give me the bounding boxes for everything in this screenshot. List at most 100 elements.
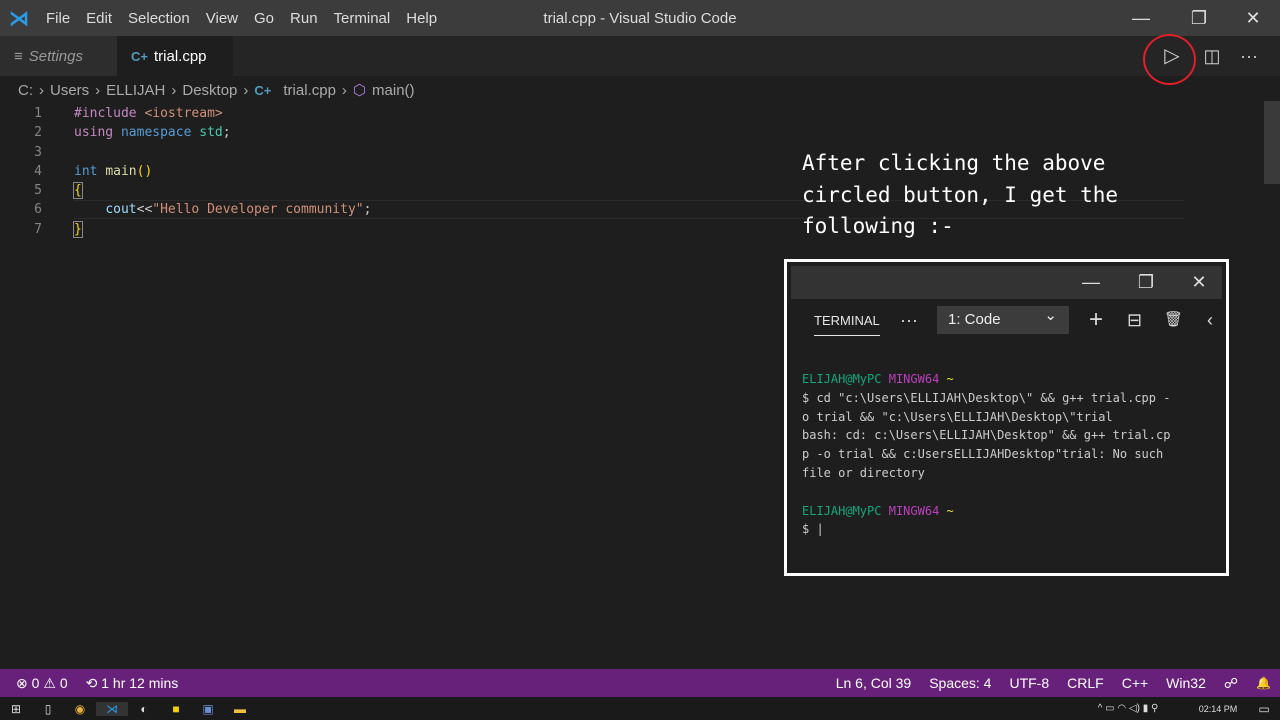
prompt-user: ELIJAH@MyPC — [802, 372, 882, 386]
code-token: { — [73, 182, 83, 200]
menu-edit[interactable]: Edit — [78, 10, 120, 27]
task-view-icon[interactable]: ▯ — [32, 702, 64, 716]
chevron-right-icon: › — [95, 81, 101, 99]
minimize-button[interactable]: — — [1118, 0, 1164, 36]
clock[interactable]: 02:14 PM — [1188, 704, 1248, 714]
tab-settings[interactable]: ≡ Settings — [0, 36, 117, 76]
breadcrumb-item[interactable]: Desktop — [182, 82, 237, 99]
time-tracker-status[interactable]: ⟲ 1 hr 12 mins — [77, 675, 188, 692]
prompt-dir: ~ — [946, 503, 954, 518]
menu-go[interactable]: Go — [246, 10, 282, 27]
cursor-position[interactable]: Ln 6, Col 39 — [827, 675, 921, 691]
terminal-command: $ cd "c:\Users\ELLIJAH\Desktop\" && g++ … — [802, 390, 1171, 424]
encoding[interactable]: UTF-8 — [1000, 675, 1058, 691]
prompt-env: MINGW64 — [888, 503, 940, 518]
code-token: ; — [222, 125, 231, 141]
code-editor[interactable]: 1 #include <iostream> 2 using namespace st… — [0, 104, 371, 239]
collapse-icon[interactable]: ‹ — [1207, 306, 1213, 334]
chevron-right-icon: › — [243, 81, 249, 99]
cpp-file-icon: C+ — [254, 82, 272, 98]
annotation-circle — [1143, 34, 1196, 85]
windows-start-icon[interactable]: ⊞ — [0, 702, 32, 716]
feedback-icon[interactable]: ☍ — [1215, 675, 1247, 692]
menu-terminal[interactable]: Terminal — [326, 10, 399, 27]
system-tray-icons[interactable]: ^ ▭ ◠ ◁) ▮ ⚲ — [1068, 703, 1188, 714]
menu-selection[interactable]: Selection — [120, 10, 198, 27]
code-token: namespace — [120, 125, 200, 141]
tab-label: trial.cpp — [153, 47, 207, 65]
minimize-icon[interactable]: — — [1066, 266, 1116, 299]
status-bar: ⊗ 0 ⚠ 0 ⟲ 1 hr 12 mins Ln 6, Col 39 Spac… — [0, 669, 1280, 697]
title-bar: ⋊ File Edit Selection View Go Run Termin… — [0, 0, 1280, 36]
breadcrumb-item[interactable]: Users — [50, 82, 89, 99]
app-icon[interactable]: ◐ — [128, 702, 160, 716]
terminal-select-value: 1: Code — [948, 311, 1001, 328]
chrome-icon[interactable]: ◉ — [64, 702, 96, 716]
restore-icon[interactable]: ❐ — [1121, 266, 1171, 299]
add-terminal-icon[interactable]: + — [1089, 306, 1103, 334]
code-token: int — [74, 163, 106, 179]
chevron-right-icon: › — [39, 81, 44, 99]
settings-icon: ≡ — [14, 47, 23, 65]
line-number: 5 — [34, 183, 42, 199]
close-button[interactable]: ✕ — [1230, 0, 1276, 36]
menu-file[interactable]: File — [38, 10, 78, 27]
tab-bar: ≡ Settings C+ trial.cpp — [0, 36, 1280, 76]
vscode-logo-icon: ⋊ — [9, 7, 29, 30]
errors-status[interactable]: ⊗ 0 — [0, 675, 41, 692]
breadcrumb: C: › Users › ELLIJAH › Desktop › C+ trial.cpp… — [18, 81, 415, 100]
line-number: 2 — [34, 125, 42, 141]
code-token: << — [136, 202, 153, 218]
terminal-prompt: $ | — [802, 522, 824, 537]
code-token: using — [74, 125, 121, 141]
app-icon[interactable]: ▣ — [192, 702, 224, 716]
menu-run[interactable]: Run — [282, 10, 326, 27]
line-ending[interactable]: CRLF — [1058, 675, 1113, 691]
breadcrumb-item[interactable]: trial.cpp — [283, 82, 336, 99]
chevron-right-icon: › — [171, 81, 177, 99]
close-icon[interactable]: ✕ — [1174, 266, 1224, 299]
restore-button[interactable]: ❐ — [1176, 0, 1222, 36]
warnings-status[interactable]: ⚠ 0 — [41, 675, 76, 692]
notifications-icon[interactable]: ▭ — [1248, 702, 1280, 716]
taskbar: ⊞ ▯ ◉ ⋊ ◐ ■ ▣ ▬ ^ ▭ ◠ ◁) ▮ ⚲ 02:14 PM ▭ — [0, 697, 1280, 720]
code-token: <iostream> — [144, 106, 223, 121]
more-icon[interactable]: ··· — [900, 306, 918, 334]
menu-view[interactable]: View — [198, 10, 246, 27]
breadcrumb-item[interactable]: C: — [18, 82, 33, 99]
indentation[interactable]: Spaces: 4 — [920, 675, 1000, 691]
code-token: cout — [105, 202, 137, 218]
line-number: 3 — [34, 144, 42, 160]
code-token: } — [73, 220, 83, 238]
terminal-error: bash: cd: c:\Users\ELLIJAH\Desktop" && g… — [802, 428, 1171, 480]
tab-terminal[interactable]: TERMINAL — [814, 313, 880, 336]
breadcrumb-item[interactable]: main() — [372, 82, 415, 99]
code-token: std — [199, 125, 223, 141]
tab-label: Settings — [28, 47, 83, 65]
platform[interactable]: Win32 — [1157, 675, 1215, 691]
bell-icon[interactable]: 🔔 — [1247, 676, 1280, 690]
editor-scrollbar[interactable] — [1264, 101, 1280, 184]
line-number: 1 — [34, 106, 42, 121]
code-token: #include — [74, 106, 145, 121]
breadcrumb-item[interactable]: ELLIJAH — [106, 82, 165, 99]
terminal-output[interactable]: ELIJAH@MyPC MINGW64 ~ $ cd "c:\Users\ELLI… — [802, 370, 1170, 539]
file-explorer-icon[interactable]: ▬ — [224, 702, 256, 716]
prompt-dir: ~ — [946, 372, 954, 386]
language-mode[interactable]: C++ — [1113, 675, 1157, 691]
symbol-method-icon: ⬡ — [352, 82, 367, 99]
split-terminal-icon[interactable]: ⊟ — [1127, 306, 1142, 334]
tab-trial-cpp[interactable]: C+ trial.cpp — [117, 36, 233, 76]
sticky-notes-icon[interactable]: ■ — [160, 702, 192, 716]
more-actions-button[interactable]: ··· — [1231, 36, 1267, 76]
line-number: 4 — [34, 163, 42, 179]
trash-icon[interactable]: 🗑 — [1164, 306, 1183, 334]
terminal-screenshot: — ❐ ✕ TERMINAL ··· 1: Code ⌄ + ⊟ 🗑 ‹ ELIJ… — [784, 259, 1229, 576]
split-editor-button[interactable]: ◫ — [1194, 36, 1230, 76]
code-token: ; — [363, 202, 372, 218]
terminal-select[interactable]: 1: Code ⌄ — [937, 306, 1069, 334]
vscode-taskbar-icon[interactable]: ⋊ — [96, 701, 128, 716]
menu-help[interactable]: Help — [398, 10, 445, 27]
chevron-right-icon: › — [341, 81, 347, 99]
